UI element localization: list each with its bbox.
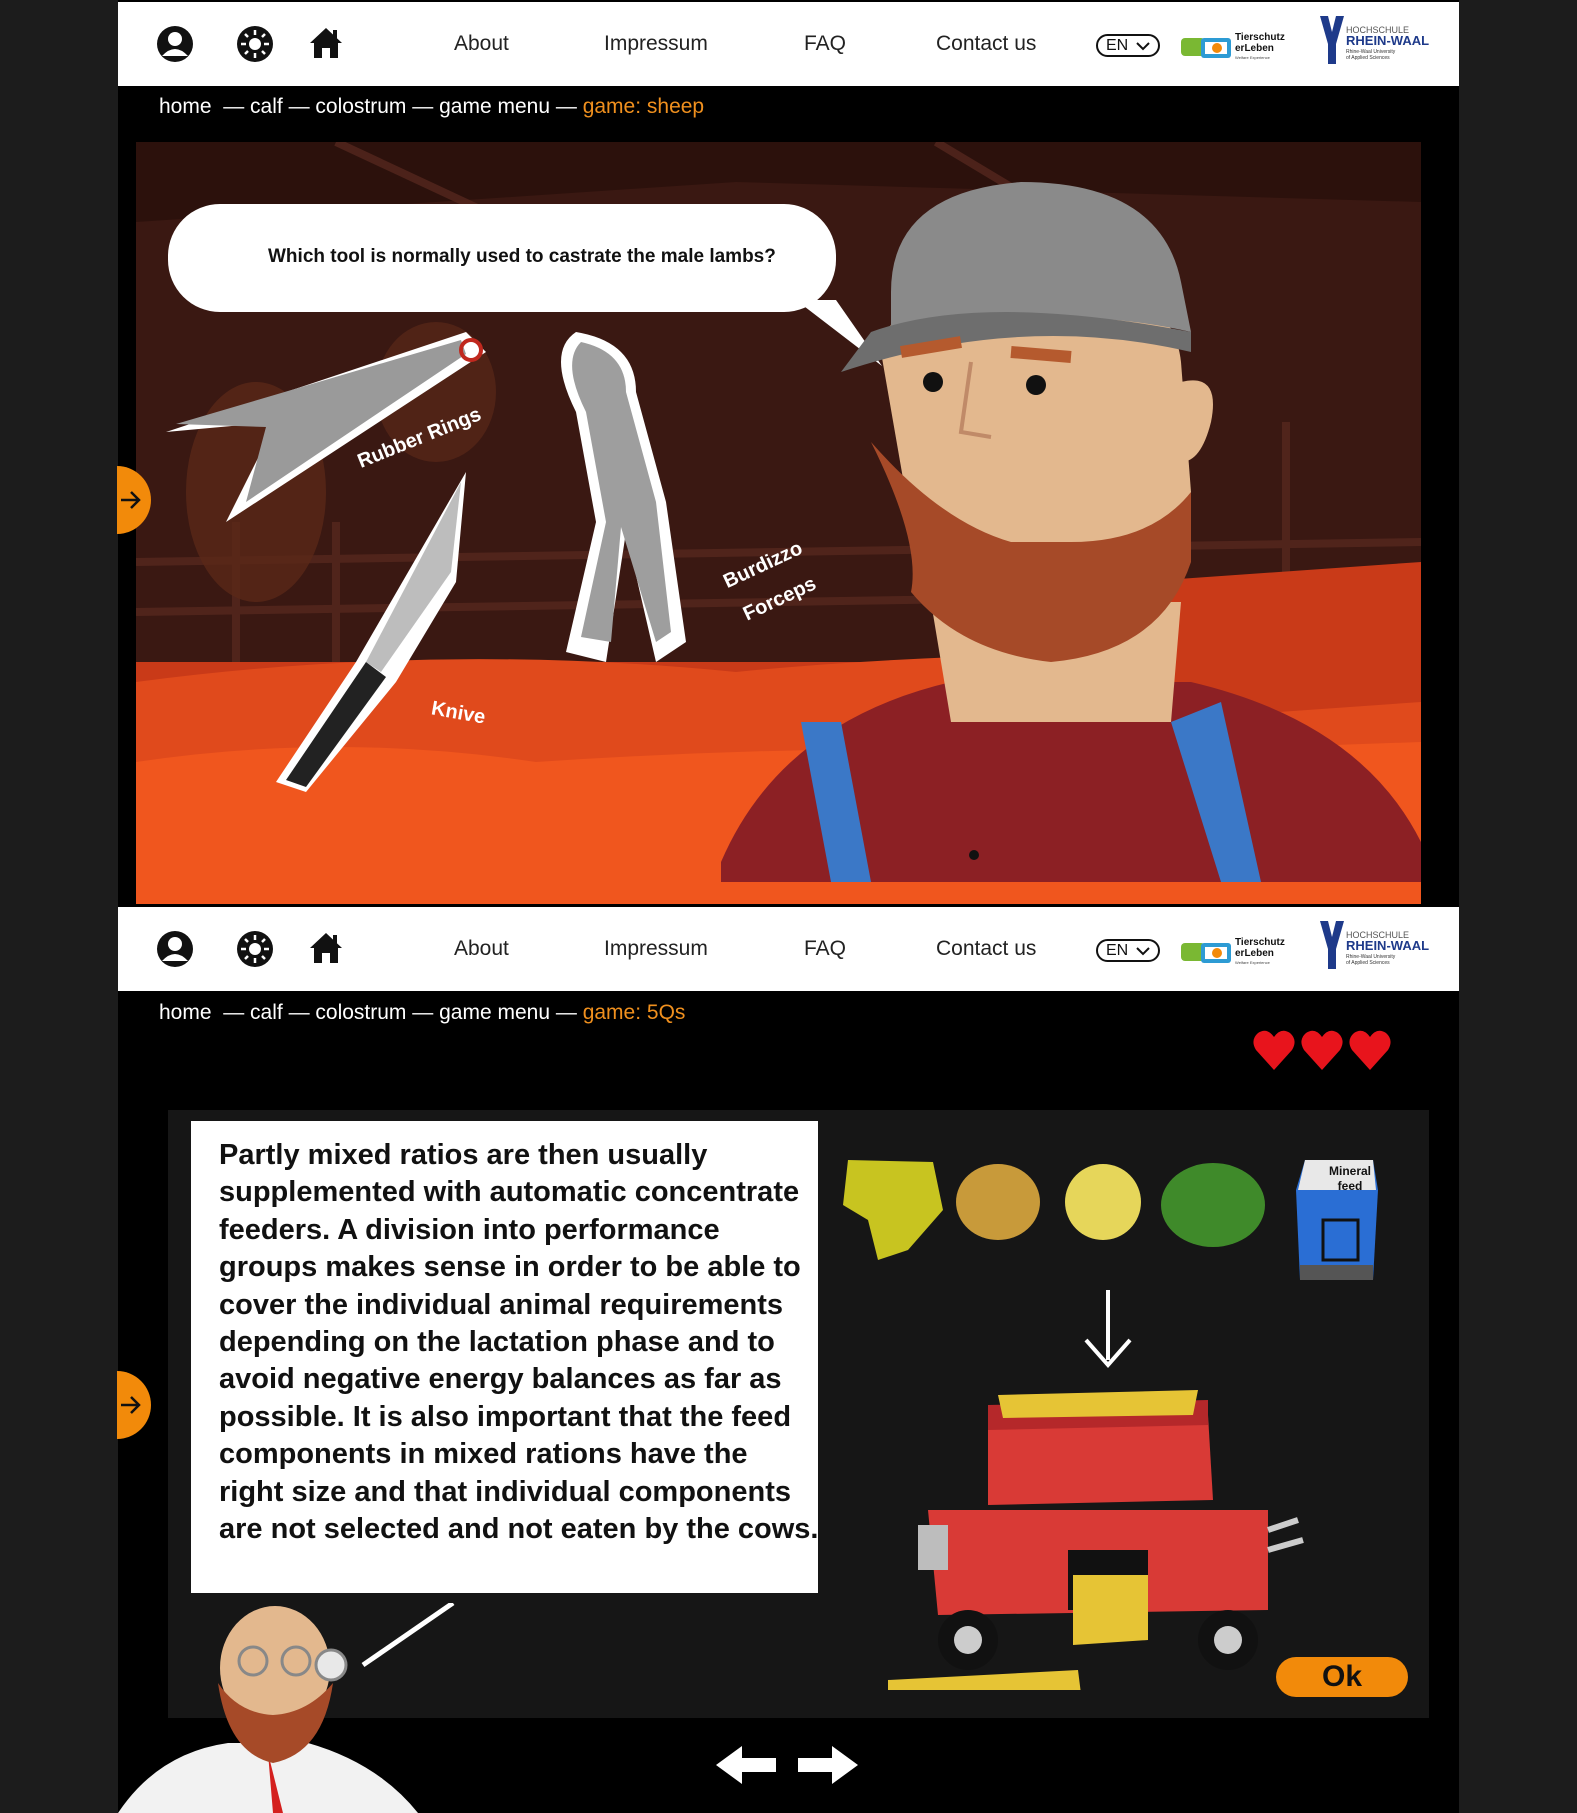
question-text: Which tool is normally used to castrate … <box>268 246 776 267</box>
page: About Impressum FAQ Contact us EN Tiersc… <box>117 0 1459 1813</box>
crumb-colostrum[interactable]: — colostrum <box>289 95 407 118</box>
arrow-right-icon <box>121 491 141 509</box>
feed-mixer-illustration <box>843 1160 1378 1690</box>
rheinwaal-text: RHEIN-WAAL <box>1346 938 1429 953</box>
crumb-current: game: 5Qs <box>582 1001 686 1024</box>
info-text: Partly mixed ratios are then usually sup… <box>219 1139 819 1546</box>
brightness-icon[interactable] <box>235 929 275 969</box>
tierschutz-line1: Tierschutz <box>1235 937 1285 948</box>
mineral-feed-line2: feed <box>1337 1179 1363 1193</box>
impressum-link[interactable]: Impressum <box>604 937 708 961</box>
mineral-feed-line1: Mineral <box>1328 1164 1371 1178</box>
arrow-right-icon <box>121 1396 141 1414</box>
corn-pile-icon <box>1065 1164 1141 1240</box>
pagination-arrows <box>716 1746 858 1784</box>
crumb-game-menu[interactable]: — game menu <box>412 1001 550 1024</box>
tierschutz-line2: erLeben <box>1235 948 1274 959</box>
crumb-colostrum[interactable]: — colostrum <box>289 1001 407 1024</box>
crumb-home[interactable]: home <box>159 1001 212 1024</box>
second-navbar: About Impressum FAQ Contact us EN Tiersc… <box>118 907 1459 991</box>
down-arrow-icon <box>1084 1290 1132 1369</box>
user-icon[interactable] <box>155 929 195 969</box>
chevron-down-icon <box>1136 947 1150 956</box>
breadcrumb: home — calf — colostrum — game menu — ga… <box>159 1001 685 1025</box>
faq-link[interactable]: FAQ <box>804 32 846 56</box>
language-select[interactable]: EN <box>1096 34 1160 57</box>
professor-character <box>118 1603 455 1813</box>
sheep-game-scene: Which tool is normally used to castrate … <box>136 142 1421 904</box>
crumb-calf[interactable]: — calf <box>223 1001 283 1024</box>
language-select[interactable]: EN <box>1096 939 1160 962</box>
tierschutz-logo: Tierschutz erLeben Welfare Experience <box>1181 937 1285 965</box>
crumb-calf[interactable]: — calf <box>223 95 283 118</box>
home-icon[interactable] <box>306 24 346 64</box>
contact-link[interactable]: Contact us <box>936 32 1036 56</box>
feed-mixer-cart <box>918 1390 1304 1670</box>
rheinwaal-sub2: of Applied Sciences <box>1346 960 1390 966</box>
about-link[interactable]: About <box>454 937 509 961</box>
heart-icon <box>1349 1030 1391 1070</box>
about-link[interactable]: About <box>454 32 509 56</box>
crumb-game-menu[interactable]: — game menu <box>412 95 550 118</box>
straw-pile-icon <box>956 1164 1040 1240</box>
mixed-feed-pile <box>888 1670 1081 1690</box>
faq-link[interactable]: FAQ <box>804 937 846 961</box>
rheinwaal-text: RHEIN-WAAL <box>1346 33 1429 48</box>
crumb-dash: — <box>555 95 577 118</box>
next-arrow-icon[interactable] <box>798 1746 858 1784</box>
heart-icon <box>1301 1030 1343 1070</box>
chevron-down-icon <box>1136 42 1150 51</box>
knive-tool[interactable] <box>276 472 466 792</box>
tierschutz-logo: Tierschutz erLeben Welfare Experience <box>1181 32 1285 60</box>
contact-link[interactable]: Contact us <box>936 937 1036 961</box>
top-navbar: About Impressum FAQ Contact us EN Tiersc… <box>118 2 1459 86</box>
tierschutz-sub: Welfare Experience <box>1235 55 1271 60</box>
tierschutz-line2: erLeben <box>1235 43 1274 54</box>
rheinwaal-logo: HOCHSCHULE RHEIN-WAAL Rhine-Waal Univers… <box>1320 921 1429 969</box>
language-value: EN <box>1106 37 1129 54</box>
rheinwaal-logo: HOCHSCHULE RHEIN-WAAL Rhine-Waal Univers… <box>1320 16 1429 64</box>
rheinwaal-sub2: of Applied Sciences <box>1346 55 1390 61</box>
info-textbox: Partly mixed ratios are then usually sup… <box>191 1121 818 1593</box>
prev-arrow-icon[interactable] <box>716 1746 776 1784</box>
tierschutz-sub: Welfare Experience <box>1235 960 1271 965</box>
breadcrumb: home — calf — colostrum — game menu — ga… <box>159 95 704 119</box>
next-side-button[interactable] <box>117 1371 151 1439</box>
crumb-dash: — <box>555 1001 577 1024</box>
tierschutz-line1: Tierschutz <box>1235 32 1285 43</box>
language-value: EN <box>1106 942 1129 959</box>
grass-pile-icon <box>1161 1163 1265 1247</box>
mineral-feed-bag-icon <box>1296 1160 1378 1280</box>
home-icon[interactable] <box>306 929 346 969</box>
impressum-link[interactable]: Impressum <box>604 32 708 56</box>
crumb-home[interactable]: home <box>159 95 212 118</box>
farmer-character <box>721 182 1421 882</box>
heart-icon <box>1253 1030 1295 1070</box>
hay-pile-icon <box>843 1160 943 1260</box>
crumb-current: game: sheep <box>582 95 705 118</box>
user-icon[interactable] <box>155 24 195 64</box>
burdizzo-forceps-tool[interactable] <box>561 332 686 662</box>
lives-indicator <box>1253 1030 1391 1070</box>
ok-button[interactable]: Ok <box>1276 1657 1408 1697</box>
brightness-icon[interactable] <box>235 24 275 64</box>
castration-tools <box>166 332 686 792</box>
